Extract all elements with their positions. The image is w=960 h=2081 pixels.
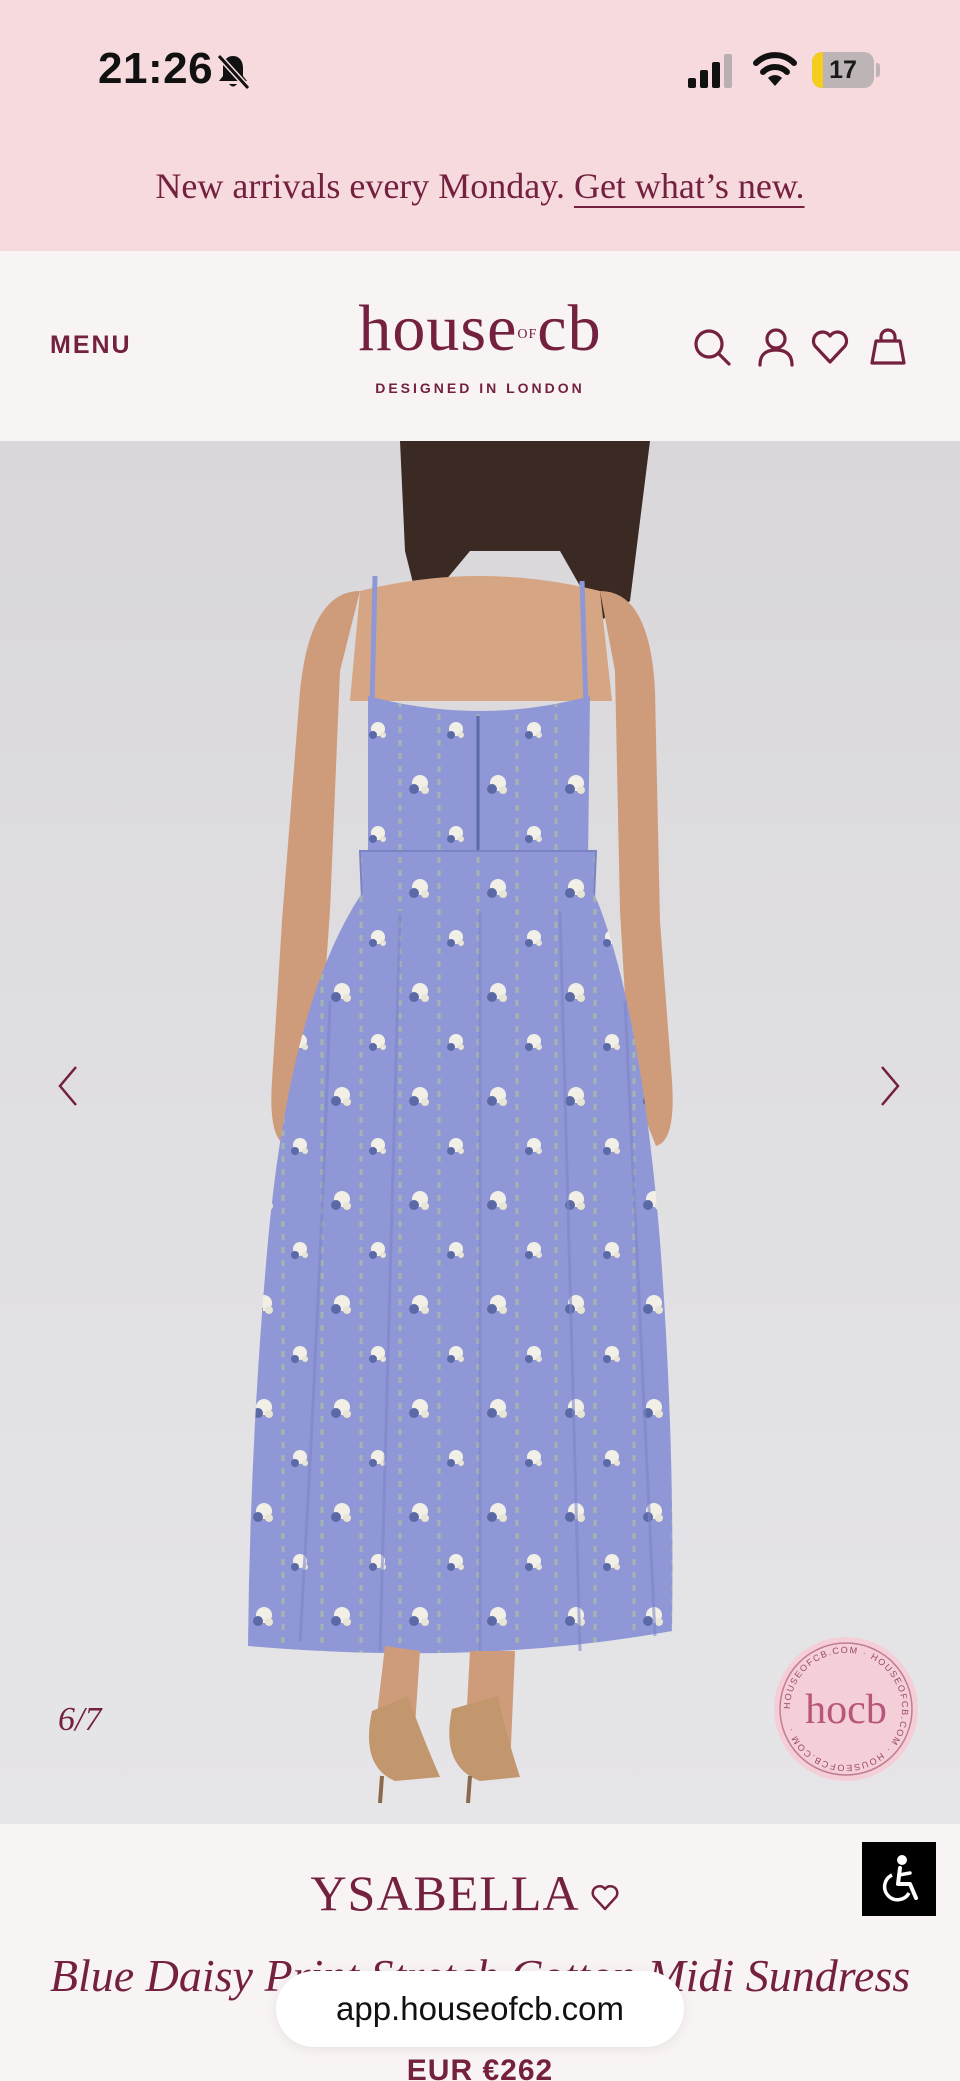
promo-text: New arrivals every Monday. (155, 166, 565, 206)
site-header: MENU houseOFcb DESIGNED IN LONDON (0, 251, 960, 441)
search-icon[interactable] (692, 327, 732, 367)
product-price: EUR €262 (406, 2054, 554, 2081)
next-image-arrow[interactable] (870, 1061, 910, 1111)
wishlist-icon[interactable] (810, 327, 850, 367)
add-to-wishlist-heart-icon[interactable] (590, 1882, 620, 1912)
cellular-signal-icon (688, 54, 732, 88)
brand-logo[interactable]: houseOFcb DESIGNED IN LONDON (320, 296, 640, 396)
product-image-gallery[interactable]: 6/7 HOUSEOFCB.COM · HOUSEOFCB.COM · HOUS… (0, 441, 960, 1824)
account-icon[interactable] (756, 327, 796, 367)
logo-wordmark: houseOFcb (320, 296, 640, 368)
battery-level: 17 (829, 56, 857, 84)
logo-tagline: DESIGNED IN LONDON (375, 379, 585, 396)
logo-word-cb: cb (537, 292, 602, 365)
menu-button[interactable]: MENU (50, 331, 132, 360)
image-counter: 6/7 (58, 1701, 102, 1738)
browser-url-bar[interactable]: app.houseofcb.com (276, 1971, 684, 2047)
previous-image-arrow[interactable] (48, 1061, 88, 1111)
logo-word-house: house (358, 292, 518, 365)
product-photo (248, 441, 673, 1804)
product-name: YSABELLA (310, 1865, 580, 1921)
signal-bar (688, 78, 696, 88)
bell-muted-icon (216, 53, 251, 91)
seal-monogram: hocb (805, 1687, 887, 1733)
promo-banner: New arrivals every Monday. Get what’s ne… (0, 165, 960, 207)
promo-link[interactable]: Get what’s new. (574, 166, 805, 206)
signal-bar (724, 54, 732, 88)
signal-bar (712, 62, 720, 88)
battery-indicator: 17 (812, 52, 880, 88)
signal-bar (700, 70, 708, 88)
status-time: 21:26 (98, 44, 214, 93)
accessibility-button[interactable] (862, 1842, 936, 1916)
logo-of: OF (517, 326, 538, 342)
wifi-icon (753, 52, 797, 86)
shopping-bag-icon[interactable] (868, 327, 908, 367)
brand-seal-badge[interactable]: HOUSEOFCB.COM · HOUSEOFCB.COM · HOUSEOFC… (772, 1635, 920, 1783)
accessibility-wheelchair-icon (882, 1855, 918, 1902)
status-bar: 21:26 17 (0, 0, 960, 140)
